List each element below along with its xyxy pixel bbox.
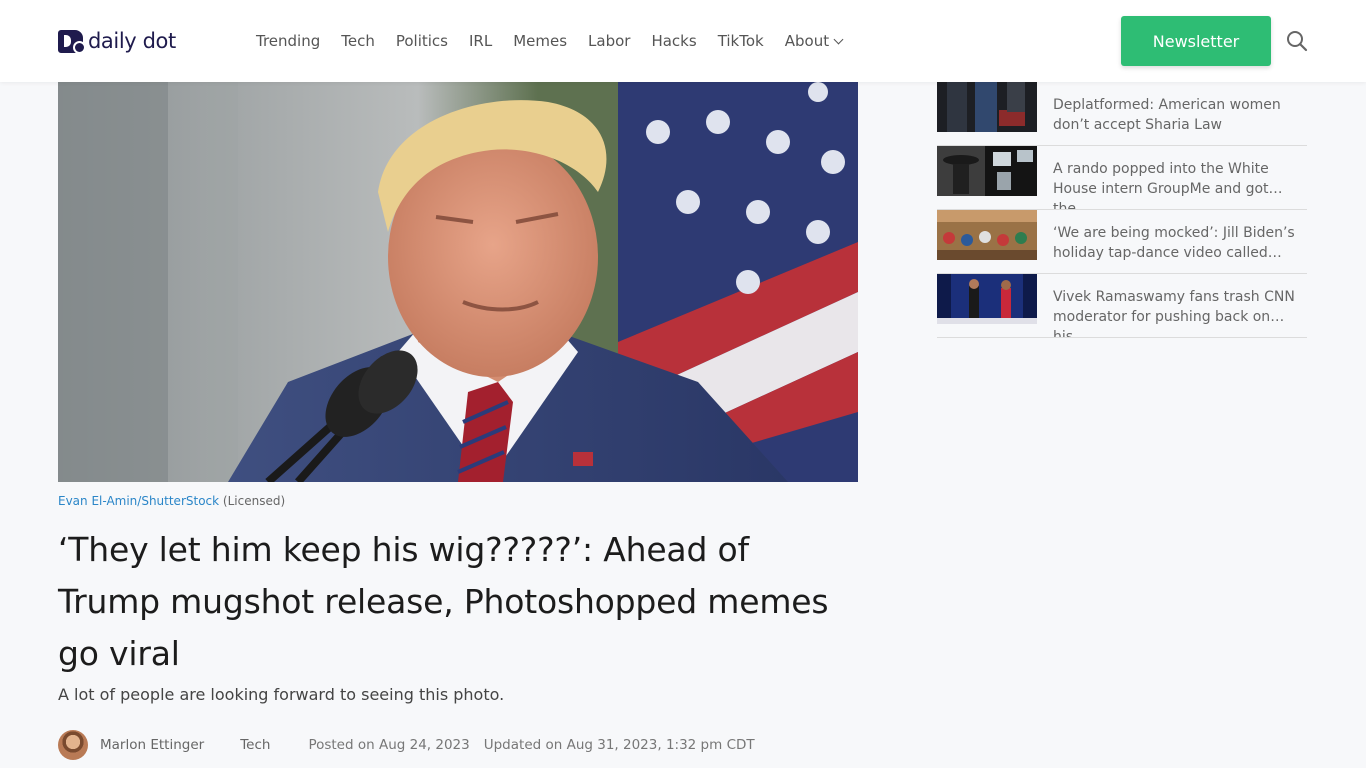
- nav-item-labor[interactable]: Labor: [588, 30, 630, 52]
- nav-item-irl[interactable]: IRL: [469, 30, 492, 52]
- nav-item-hacks[interactable]: Hacks: [651, 30, 696, 52]
- sidebar-item-title: Deplatformed: American women don’t accep…: [1053, 97, 1281, 133]
- chevron-down-icon: [833, 34, 844, 44]
- daily-dot-logo-icon: [58, 29, 86, 54]
- image-credit: Evan El-Amin/ShutterStock (Licensed): [58, 494, 285, 508]
- category-link[interactable]: Tech: [240, 737, 270, 753]
- nav-item-tech[interactable]: Tech: [341, 30, 375, 52]
- article-dek: A lot of people are looking forward to s…: [58, 685, 505, 704]
- posted-date: Posted on Aug 24, 2023: [308, 737, 470, 753]
- updated-date: Updated on Aug 31, 2023, 1:32 pm CDT: [483, 737, 755, 753]
- sidebar-related: Deplatformed: American women don’t accep…: [937, 82, 1307, 338]
- nav-item-politics[interactable]: Politics: [396, 30, 448, 52]
- author-avatar[interactable]: [58, 730, 88, 760]
- newsletter-button[interactable]: Newsletter: [1121, 16, 1271, 66]
- nav-about-label: About: [784, 32, 830, 50]
- sidebar-item-title: Vivek Ramaswamy fans trash CNN moderator…: [1053, 289, 1295, 337]
- sidebar-item-vivek[interactable]: Vivek Ramaswamy fans trash CNN moderator…: [937, 274, 1307, 338]
- site-header: daily dot Trending Tech Politics IRL Mem…: [0, 0, 1366, 82]
- main-nav: Trending Tech Politics IRL Memes Labor H…: [256, 30, 844, 52]
- article-title: ‘They let him keep his wig?????’: Ahead …: [58, 530, 829, 673]
- sidebar-thumbnail: [937, 210, 1037, 260]
- author-link[interactable]: Marlon Ettinger: [100, 737, 204, 753]
- sidebar-item-jill-biden[interactable]: ‘We are being mocked’: Jill Biden’s holi…: [937, 210, 1307, 274]
- sidebar-item-deplatformed[interactable]: Deplatformed: American women don’t accep…: [937, 82, 1307, 146]
- image-credit-link[interactable]: Evan El-Amin/ShutterStock: [58, 494, 219, 508]
- nav-item-about[interactable]: About: [784, 30, 844, 52]
- nav-item-memes[interactable]: Memes: [513, 30, 567, 52]
- sidebar-item-title: A rando popped into the White House inte…: [1053, 161, 1269, 209]
- image-credit-license: (Licensed): [222, 494, 286, 508]
- sidebar-item-title: ‘We are being mocked’: Jill Biden’s holi…: [1053, 225, 1295, 261]
- article-meta: Marlon Ettinger Tech Posted on Aug 24, 2…: [58, 730, 755, 760]
- search-icon[interactable]: [1286, 30, 1308, 52]
- nav-item-tiktok[interactable]: TikTok: [718, 30, 764, 52]
- logo[interactable]: daily dot: [58, 28, 176, 54]
- hero-image: [58, 82, 858, 482]
- sidebar-item-groupme[interactable]: A rando popped into the White House inte…: [937, 146, 1307, 210]
- sidebar-thumbnail: [937, 274, 1037, 324]
- nav-item-trending[interactable]: Trending: [256, 30, 320, 52]
- sidebar-thumbnail: [937, 82, 1037, 132]
- sidebar-thumbnail: [937, 146, 1037, 196]
- logo-text: daily dot: [88, 29, 176, 53]
